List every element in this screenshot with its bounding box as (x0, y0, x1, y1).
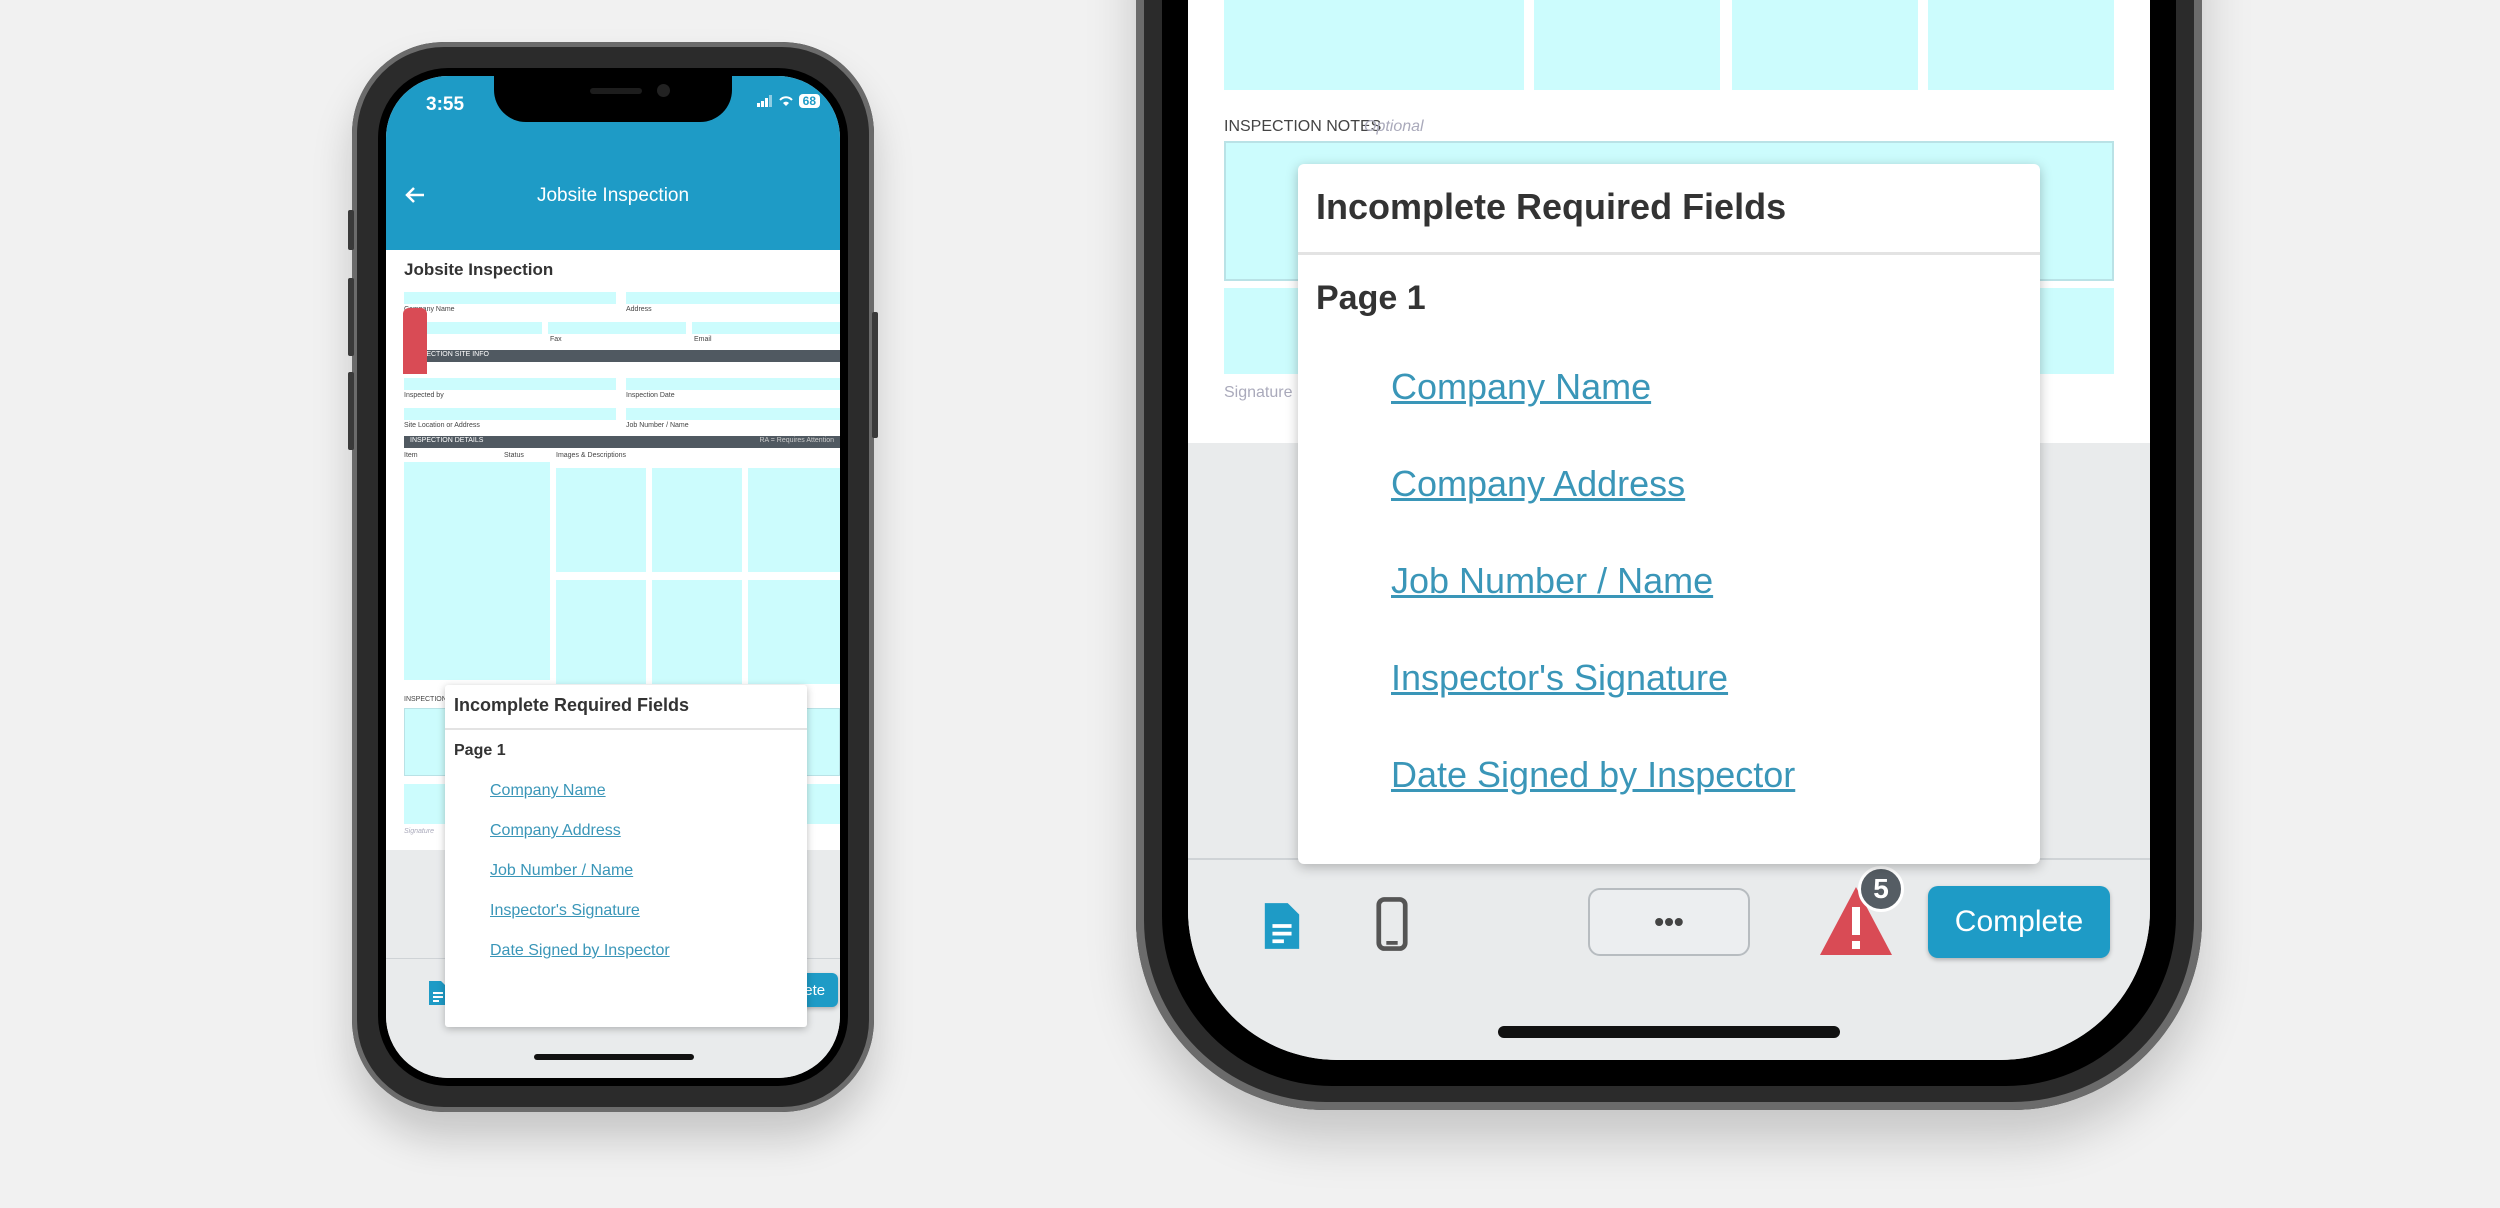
address-field[interactable] (626, 292, 840, 304)
complete-button[interactable]: Complete (1928, 886, 2110, 958)
app-screen-zoomed: INSPECTION NOTES Optional Signature ••• (1188, 0, 2150, 1060)
wifi-icon (778, 96, 793, 106)
more-button[interactable]: ••• (1588, 888, 1750, 956)
popup-page-label: Page 1 (454, 742, 506, 759)
link-job-number[interactable]: Job Number / Name (490, 862, 807, 880)
details-note: RA = Requires Attention (759, 437, 834, 444)
image-slot-7-zoomed[interactable] (1928, 0, 2114, 90)
section-inspection-details: INSPECTION DETAILS RA = Requires Attenti… (404, 436, 840, 448)
notes-optional-label-zoomed: Optional (1364, 118, 1424, 135)
link-inspector-signature[interactable]: Inspector's Signature (1391, 657, 2040, 699)
signature-label-zoomed: Signature (1224, 384, 1293, 401)
image-slot-4-zoomed[interactable] (1224, 0, 1524, 90)
site-location-field[interactable] (404, 408, 616, 420)
fax-field[interactable] (548, 322, 686, 334)
link-job-number[interactable]: Job Number / Name (1391, 560, 2040, 602)
inspected-by-label: Inspected by (404, 392, 444, 399)
warning-count-badge: 5 (1858, 866, 1904, 912)
document-title: Jobsite Inspection (404, 260, 554, 279)
speaker (590, 88, 642, 94)
fax-label: Fax (550, 336, 562, 343)
job-number-label: Job Number / Name (626, 422, 689, 429)
signature-label: Signature (404, 828, 434, 835)
popup-title: Incomplete Required Fields (445, 685, 807, 730)
image-slot-2[interactable] (652, 468, 742, 572)
email-field[interactable] (692, 322, 840, 334)
section-details-title: INSPECTION DETAILS (410, 437, 484, 444)
header-title: Jobsite Inspection (536, 185, 690, 206)
phone-icon[interactable] (1372, 892, 1412, 956)
email-label: Email (694, 336, 712, 343)
incomplete-fields-popup-zoomed: Incomplete Required Fields Page 1 Compan… (1298, 164, 2040, 864)
front-camera (657, 84, 670, 97)
phone-screen-zoomed: INSPECTION NOTES Optional Signature ••• (1162, 0, 2176, 1086)
status-bar: 3:55 68 (386, 76, 840, 156)
popup-page-label: Page 1 (1316, 279, 1426, 317)
document-icon[interactable] (1258, 896, 1306, 956)
image-slot-3[interactable] (748, 468, 840, 572)
col-images-label: Images & Descriptions (556, 452, 627, 459)
inspected-by-field[interactable] (404, 378, 616, 390)
phone-screen: 3:55 68 Jobsite Inspection Jobsite Inspe… (378, 68, 848, 1086)
showcase-stage: 3:55 68 Jobsite Inspection Jobsite Inspe… (0, 0, 2500, 1208)
home-indicator[interactable] (534, 1054, 694, 1060)
col-status-label: Status (504, 452, 524, 459)
section-site-info: INSPECTION SITE INFO (404, 350, 840, 362)
image-slot-6-zoomed[interactable] (1732, 0, 1918, 90)
app-header: Jobsite Inspection (386, 156, 840, 250)
job-number-field[interactable] (626, 408, 840, 420)
image-slot-1[interactable] (556, 468, 646, 572)
notes-label-zoomed: INSPECTION NOTES (1224, 118, 1382, 135)
mute-switch (348, 210, 354, 250)
col-item-label: Item (404, 452, 418, 459)
inspection-date-field[interactable] (626, 378, 840, 390)
link-date-signed[interactable]: Date Signed by Inspector (1391, 754, 2040, 796)
image-slot-4[interactable] (556, 580, 646, 684)
required-field-marker[interactable] (403, 308, 427, 374)
phone-small: 3:55 68 Jobsite Inspection Jobsite Inspe… (348, 42, 878, 1112)
link-inspector-signature[interactable]: Inspector's Signature (490, 902, 807, 920)
home-indicator[interactable] (1498, 1026, 1840, 1038)
site-location-label: Site Location or Address (404, 422, 480, 429)
image-slot-6[interactable] (748, 580, 840, 684)
image-slot-5[interactable] (652, 580, 742, 684)
link-company-name[interactable]: Company Name (490, 782, 807, 800)
link-company-name[interactable]: Company Name (1391, 366, 2040, 408)
notch (494, 76, 732, 122)
company-name-field[interactable] (404, 292, 616, 304)
link-company-address[interactable]: Company Address (1391, 463, 2040, 505)
volume-up-button (348, 278, 354, 356)
app-screen: 3:55 68 Jobsite Inspection Jobsite Inspe… (386, 76, 840, 1078)
incomplete-fields-popup: Incomplete Required Fields Page 1 Compan… (445, 685, 807, 1027)
status-time: 3:55 (426, 94, 465, 115)
link-company-address[interactable]: Company Address (490, 822, 807, 840)
link-date-signed[interactable]: Date Signed by Inspector (490, 942, 807, 960)
item-list-field[interactable] (404, 462, 550, 680)
popup-title: Incomplete Required Fields (1298, 164, 2040, 255)
power-button (872, 312, 878, 438)
image-slot-5-zoomed[interactable] (1534, 0, 1720, 90)
inspection-date-label: Inspection Date (626, 392, 675, 399)
address-label: Address (626, 306, 652, 313)
status-icons: 68 (756, 94, 820, 108)
signal-icon (756, 95, 772, 107)
volume-down-button (348, 372, 354, 450)
battery-icon: 68 (798, 94, 820, 108)
phone-zoomed: INSPECTION NOTES Optional Signature ••• (1136, 0, 2202, 1110)
